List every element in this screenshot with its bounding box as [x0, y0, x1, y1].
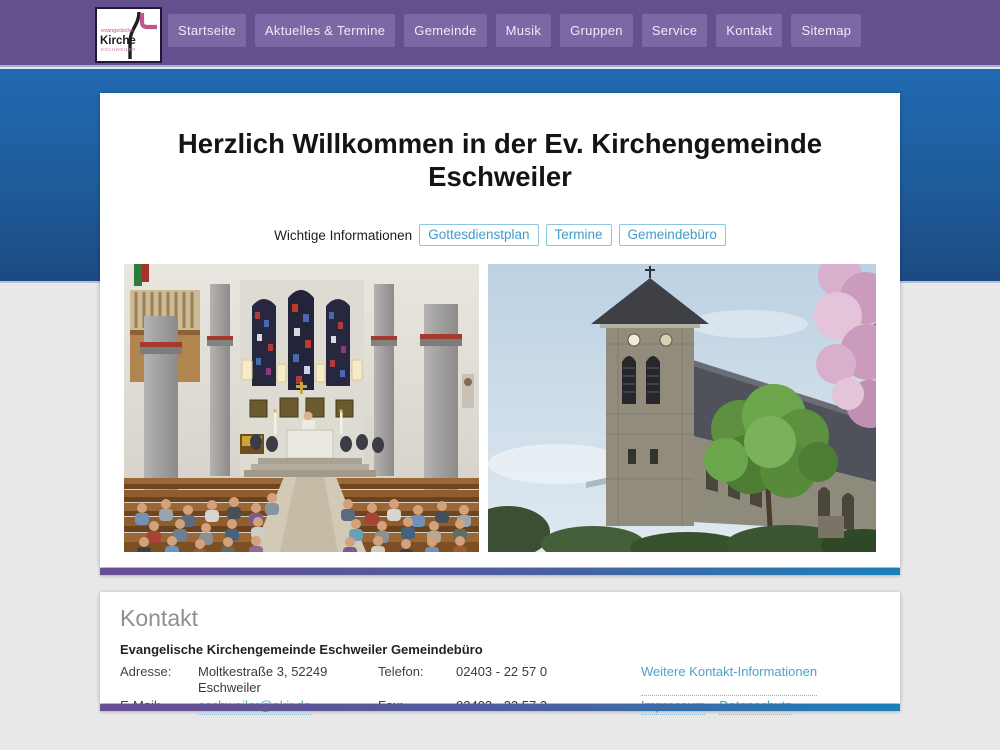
address-value: Moltkestraße 3, 52249 Eschweiler	[198, 664, 378, 696]
termine-button[interactable]: Termine	[546, 224, 612, 246]
weitere-kontakt-informationen-link[interactable]: Weitere Kontakt-Informationen	[641, 664, 817, 696]
svg-text:Kirche: Kirche	[100, 35, 136, 47]
page-title: Herzlich Willkommen in der Ev. Kirchenge…	[140, 127, 860, 193]
main-content-card: Herzlich Willkommen in der Ev. Kirchenge…	[100, 93, 900, 567]
gottesdienstplan-button[interactable]: Gottesdienstplan	[419, 224, 538, 246]
nav-item-sitemap[interactable]: Sitemap	[791, 14, 861, 47]
svg-text:ESCHWEILER: ESCHWEILER	[101, 47, 136, 52]
phone-label: Telefon:	[378, 664, 456, 696]
nav-item-gruppen[interactable]: Gruppen	[560, 14, 633, 47]
nav-item-musik[interactable]: Musik	[496, 14, 551, 47]
footer-gradient-bar	[100, 704, 900, 711]
gemeindebuero-button[interactable]: Gemeindebüro	[619, 224, 726, 246]
organization-name: Evangelische Kirchengemeinde Eschweiler …	[120, 642, 880, 657]
nav-item-aktuelles-termine[interactable]: Aktuelles & Termine	[255, 14, 395, 47]
footer-contact-card: Kontakt Evangelische Kirchengemeinde Esc…	[100, 592, 900, 703]
church-exterior-photo	[488, 264, 876, 552]
photo-row	[100, 264, 900, 552]
cross-logo-icon: evangelische Kirche ESCHWEILER	[97, 9, 160, 61]
important-info-row: Wichtige Informationen Gottesdienstplan …	[100, 224, 900, 246]
nav-item-startseite[interactable]: Startseite	[168, 14, 246, 47]
church-interior-photo	[124, 264, 479, 552]
nav-item-service[interactable]: Service	[642, 14, 707, 47]
main-navigation: Startseite Aktuelles & Termine Gemeinde …	[168, 14, 861, 47]
header-bar: evangelische Kirche ESCHWEILER Startseit…	[0, 0, 1000, 67]
svg-text:evangelische: evangelische	[101, 28, 134, 34]
footer-heading: Kontakt	[120, 605, 880, 632]
phone-value: 02403 - 22 57 0	[456, 664, 641, 696]
address-label: Adresse:	[120, 664, 198, 696]
church-logo[interactable]: evangelische Kirche ESCHWEILER	[95, 7, 162, 63]
nav-item-kontakt[interactable]: Kontakt	[716, 14, 782, 47]
important-info-label: Wichtige Informationen	[274, 228, 412, 243]
nav-item-gemeinde[interactable]: Gemeinde	[404, 14, 486, 47]
divider-gradient-bar	[100, 568, 900, 575]
